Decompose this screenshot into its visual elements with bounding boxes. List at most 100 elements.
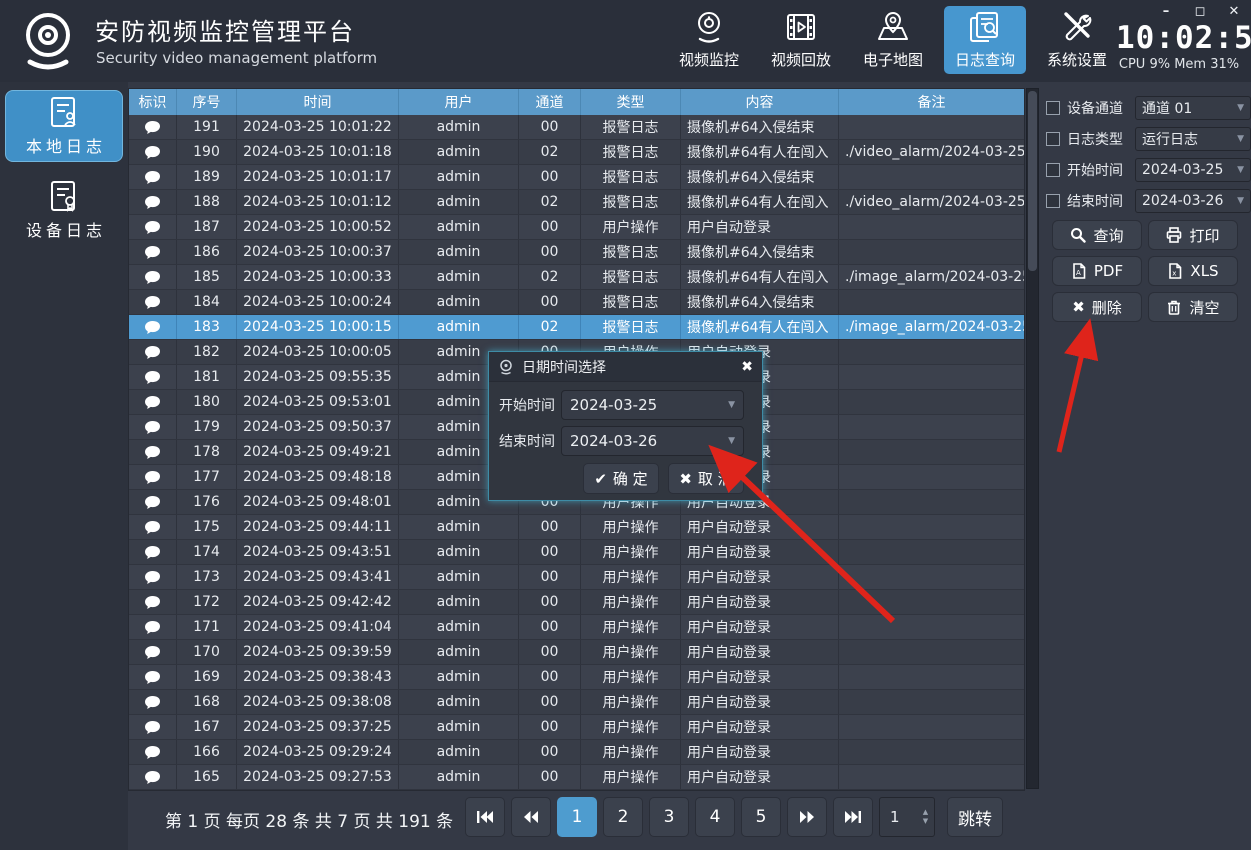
first-page-button[interactable] [465,797,505,837]
next-page-button[interactable] [787,797,827,837]
user-cell: admin [399,515,519,539]
table-row[interactable]: 1662024-03-25 09:29:24admin00用户操作用户自动登录 [129,740,1024,765]
jump-page-input[interactable]: 1 ▲ ▼ [879,797,935,837]
clear-button[interactable]: 清空 [1148,292,1238,322]
dialog-start-time-select[interactable]: 2024-03-25 ▼ [561,390,744,420]
table-row[interactable]: 1672024-03-25 09:37:25admin00用户操作用户自动登录 [129,715,1024,740]
table-row[interactable]: 1682024-03-25 09:38:08admin00用户操作用户自动登录 [129,690,1024,715]
time-cell: 2024-03-25 10:00:52 [237,215,399,239]
nav-system-settings[interactable]: 系统设置 [1036,6,1118,74]
button-label: 删除 [1092,297,1122,318]
pagination-bar: 第 1 页 每页 28 条 共 7 页 共 191 条 12345 [128,795,1251,845]
table-row[interactable]: 1902024-03-25 10:01:18admin02报警日志摄像机#64有… [129,140,1024,165]
channel-cell: 00 [519,665,581,689]
page-button-1[interactable]: 1 [557,797,597,837]
comment-bubble-icon [144,370,161,385]
table-row[interactable]: 1912024-03-25 10:01:22admin00报警日志摄像机#64入… [129,115,1024,140]
content-cell: 摄像机#64入侵结束 [681,115,839,139]
remark-cell [839,565,1024,589]
start-time-checkbox[interactable] [1046,163,1060,177]
sidebar-item-local-log[interactable]: 本地日志 [5,90,123,162]
remark-cell: ./video_alarm/2024-03-25/ch02_ [839,140,1024,164]
page-button-2[interactable]: 2 [603,797,643,837]
close-button[interactable]: ✕ [1225,4,1243,20]
table-row[interactable]: 1832024-03-25 10:00:15admin02报警日志摄像机#64有… [129,315,1024,340]
nav-label: 系统设置 [1047,49,1107,70]
column-header: 类型 [581,89,681,115]
time-cell: 2024-03-25 10:01:12 [237,190,399,214]
print-button[interactable]: 打印 [1148,220,1238,250]
device-channel-select[interactable]: 通道 01 ▼ [1135,96,1251,120]
table-row[interactable]: 1702024-03-25 09:39:59admin00用户操作用户自动登录 [129,640,1024,665]
sidebar-item-label: 本地日志 [22,133,106,157]
trash-icon [1166,299,1182,315]
comment-bubble-icon [144,745,161,760]
remark-cell [839,515,1024,539]
delete-button[interactable]: ✖ 删除 [1052,292,1142,322]
dialog-cancel-button[interactable]: ✖ 取 消 [668,463,744,494]
table-row[interactable]: 1892024-03-25 10:01:17admin00报警日志摄像机#64入… [129,165,1024,190]
device-channel-checkbox[interactable] [1046,101,1060,115]
sidebar-item-device-log[interactable]: 设备日志 [5,174,123,246]
start-time-select[interactable]: 2024-03-25 ▼ [1135,158,1251,182]
nav-video-playback[interactable]: 视频回放 [760,6,842,74]
content-cell: 用户自动登录 [681,615,839,639]
prev-page-button[interactable] [511,797,551,837]
table-row[interactable]: 1722024-03-25 09:42:42admin00用户操作用户自动登录 [129,590,1024,615]
dialog-close-icon[interactable]: ✖ [741,359,753,375]
cpu-mem-status: CPU 9% Mem 31% [1113,57,1245,72]
flag-cell [129,690,177,714]
dialog-ok-button[interactable]: ✔ 确 定 [583,463,659,494]
user-cell: admin [399,115,519,139]
table-row[interactable]: 1882024-03-25 10:01:12admin02报警日志摄像机#64有… [129,190,1024,215]
select-value: 2024-03-26 [1142,193,1237,209]
dialog-title-bar[interactable]: 日期时间选择 ✖ [489,352,762,382]
nav-e-map[interactable]: 电子地图 [852,6,934,74]
table-row[interactable]: 1732024-03-25 09:43:41admin00用户操作用户自动登录 [129,565,1024,590]
minimize-button[interactable]: – [1157,4,1175,20]
check-icon: ✔ [594,470,607,488]
table-row[interactable]: 1652024-03-25 09:27:53admin00用户操作用户自动登录 [129,765,1024,790]
comment-bubble-icon [144,195,161,210]
nav-log-query[interactable]: 日志查询 [944,6,1026,74]
log-type-checkbox[interactable] [1046,132,1060,146]
user-cell: admin [399,240,519,264]
table-row[interactable]: 1872024-03-25 10:00:52admin00用户操作用户自动登录 [129,215,1024,240]
table-row[interactable]: 1712024-03-25 09:41:04admin00用户操作用户自动登录 [129,615,1024,640]
chevron-down-icon: ▼ [1237,134,1244,144]
table-row[interactable]: 1842024-03-25 10:00:24admin00报警日志摄像机#64入… [129,290,1024,315]
page-button-3[interactable]: 3 [649,797,689,837]
page-button-5[interactable]: 5 [741,797,781,837]
channel-cell: 00 [519,540,581,564]
column-header: 备注 [839,89,1024,115]
log-type-select[interactable]: 运行日志 ▼ [1135,127,1251,151]
content-cell: 用户自动登录 [681,665,839,689]
table-row[interactable]: 1862024-03-25 10:00:37admin00报警日志摄像机#64入… [129,240,1024,265]
jump-button[interactable]: 跳转 [947,797,1003,837]
table-scrollbar[interactable] [1026,88,1039,789]
query-button[interactable]: 查询 [1052,220,1142,250]
nav-video-monitor[interactable]: 视频监控 [668,6,750,74]
end-time-checkbox[interactable] [1046,194,1060,208]
seq-cell: 189 [177,165,237,189]
maximize-button[interactable]: ◻ [1191,4,1209,20]
dialog-end-time-select[interactable]: 2024-03-26 ▼ [561,426,744,456]
scrollbar-thumb[interactable] [1028,91,1037,271]
table-row[interactable]: 1742024-03-25 09:43:51admin00用户操作用户自动登录 [129,540,1024,565]
last-page-icon [844,810,862,824]
field-label: 结束时间 [499,431,561,451]
table-row[interactable]: 1852024-03-25 10:00:33admin02报警日志摄像机#64有… [129,265,1024,290]
spinner-up-icon[interactable]: ▲ [920,809,931,816]
last-page-button[interactable] [833,797,873,837]
xls-export-button[interactable]: x XLS [1148,256,1238,286]
spinner-down-icon[interactable]: ▼ [920,818,931,825]
seq-cell: 175 [177,515,237,539]
remark-cell [839,690,1024,714]
seq-cell: 178 [177,440,237,464]
table-row[interactable]: 1752024-03-25 09:44:11admin00用户操作用户自动登录 [129,515,1024,540]
pdf-export-button[interactable]: A PDF [1052,256,1142,286]
end-time-select[interactable]: 2024-03-26 ▼ [1135,189,1251,213]
page-button-4[interactable]: 4 [695,797,735,837]
remark-cell: ./image_alarm/2024-03-25/ch02_ [839,315,1024,339]
table-row[interactable]: 1692024-03-25 09:38:43admin00用户操作用户自动登录 [129,665,1024,690]
